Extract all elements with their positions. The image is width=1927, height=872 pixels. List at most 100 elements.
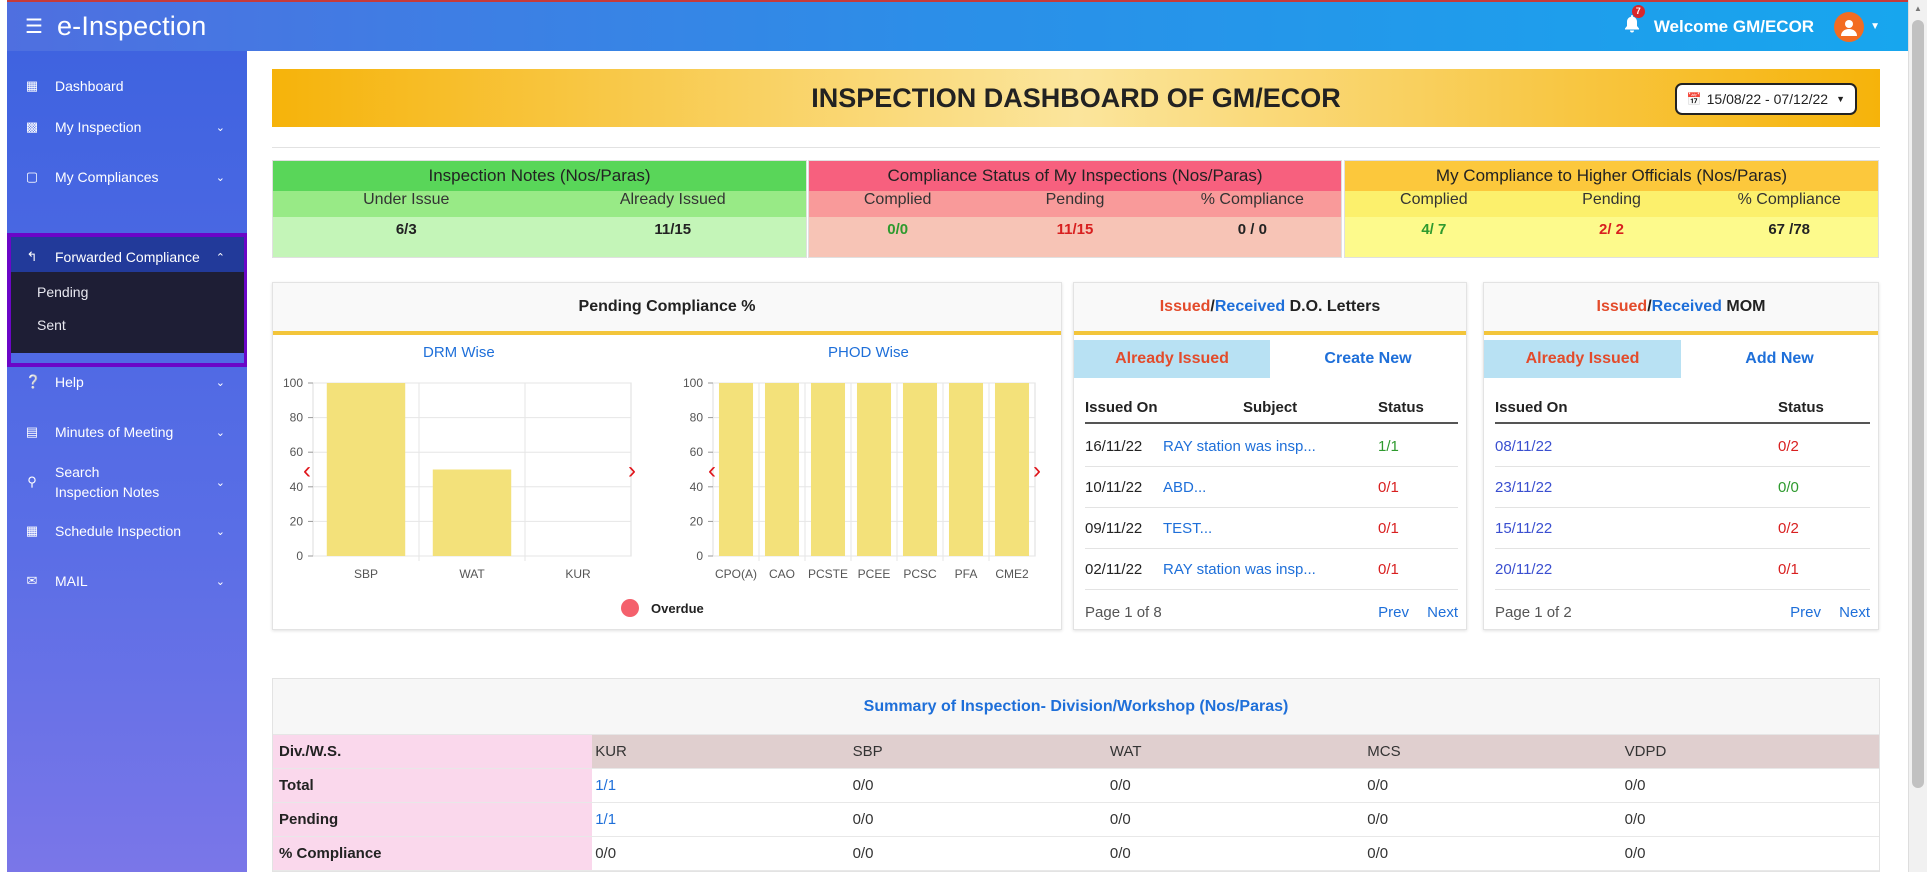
submenu-item-sent[interactable]: Sent (37, 317, 66, 333)
prev-link[interactable]: Prev (1378, 604, 1409, 621)
tab-already-issued[interactable]: Already Issued (1484, 340, 1681, 378)
table-header: Issued On Subject Status (1085, 392, 1458, 424)
calendar-icon: ▦ (25, 523, 39, 538)
notification-bell-icon[interactable]: 7 (1624, 5, 1645, 38)
row-status[interactable]: 0/1 (1778, 561, 1799, 578)
row-status[interactable]: 0/0 (1778, 479, 1799, 496)
stat-value[interactable]: 4/ 7 (1345, 221, 1523, 259)
chevron-down-icon: ⌄ (215, 121, 225, 134)
row-status[interactable]: 0/1 (1378, 561, 1399, 578)
sidebar: ▦ Dashboard ▩ My Inspection ⌄ ▢ My Compl… (7, 51, 247, 872)
title-issued: Issued (1596, 298, 1648, 315)
sidebar-item-search-inspection-notes[interactable]: ⚲ Search Inspection Notes ⌄ (7, 457, 247, 507)
chevron-down-icon: ▼ (1836, 94, 1845, 104)
clipboard-icon: ▩ (25, 119, 39, 134)
stat-col-label: Pending (1045, 191, 1105, 208)
sidebar-item-schedule-inspection[interactable]: ▦ Schedule Inspection ⌄ (7, 511, 247, 551)
legend-label: Overdue (651, 600, 704, 616)
stat-value[interactable]: 11/15 (986, 221, 1163, 259)
summary-cell: 0/0 (1367, 811, 1389, 828)
sidebar-item-my-compliances[interactable]: ▢ My Compliances ⌄ (7, 157, 247, 197)
user-avatar-icon[interactable] (1834, 11, 1865, 42)
row-status[interactable]: 0/2 (1778, 520, 1799, 537)
row-status[interactable]: 0/1 (1378, 479, 1399, 496)
stat-value[interactable]: 2/ 2 (1523, 221, 1701, 259)
y-tick-label: 40 (690, 480, 704, 494)
summary-row: Pending 1/1 0/0 0/0 0/0 0/0 (273, 803, 1879, 837)
tab-create-new[interactable]: Create New (1270, 340, 1466, 378)
row-date-link[interactable]: 15/11/22 (1495, 520, 1778, 537)
stat-title: Compliance Status of My Inspections (Nos… (809, 161, 1341, 191)
sidebar-item-minutes-of-meeting[interactable]: ▤ Minutes of Meeting ⌄ (7, 412, 247, 452)
bar-cao (764, 383, 800, 556)
column-header: Issued On (1085, 398, 1158, 416)
sidebar-item-forwarded-compliance[interactable]: ↰ Forwarded Compliance ⌃ (7, 237, 247, 277)
submenu-item-pending[interactable]: Pending (37, 284, 88, 300)
sidebar-item-label: Help (55, 374, 84, 390)
next-link[interactable]: Next (1839, 604, 1870, 621)
scroll-up-arrow-icon[interactable]: ▲ (1914, 4, 1922, 13)
row-subject-link[interactable]: RAY station was insp... (1163, 561, 1378, 578)
sidebar-item-help[interactable]: ❔ Help ⌄ (7, 362, 247, 402)
row-date-link[interactable]: 20/11/22 (1495, 561, 1778, 578)
title-rest: D.O. Letters (1285, 298, 1381, 315)
card-title: Issued / Received MOM (1484, 283, 1878, 335)
stat-value[interactable]: 0/0 (809, 221, 986, 259)
chevron-right-icon[interactable]: › (628, 457, 636, 485)
title-rest: MOM (1721, 298, 1766, 315)
summary-cell[interactable]: 1/1 (592, 769, 849, 802)
scrollbar-thumb[interactable] (1912, 20, 1924, 788)
bar-sbp (326, 383, 406, 556)
my-compliance-stat: My Compliance to Higher Officials (Nos/P… (1344, 160, 1879, 258)
x-tick-label: PCEE (858, 567, 891, 581)
chevron-right-icon[interactable]: › (1033, 457, 1041, 485)
vertical-scrollbar[interactable]: ▲ (1908, 0, 1927, 872)
table-row: 15/11/22 0/2 (1495, 508, 1870, 549)
mom-card: Issued / Received MOM Already Issued Add… (1483, 282, 1879, 630)
forwarded-compliance-submenu: Pending Sent (7, 272, 247, 353)
do-letters-card: Issued / Received D.O. Letters Already I… (1073, 282, 1467, 630)
phod-chart-title[interactable]: PHOD Wise (828, 344, 909, 361)
reply-icon: ↰ (26, 249, 38, 264)
row-subject-link[interactable]: ABD... (1163, 479, 1378, 496)
date-range-picker[interactable]: 📅 15/08/22 - 07/12/22 ▼ (1674, 83, 1857, 115)
user-menu-caret-icon[interactable]: ▼ (1870, 21, 1880, 32)
sidebar-item-mail[interactable]: ✉ MAIL ⌄ (7, 561, 247, 601)
stat-value[interactable]: 11/15 (540, 221, 807, 259)
tab-add-new[interactable]: Add New (1681, 340, 1878, 378)
table-row: 08/11/22 0/2 (1495, 426, 1870, 467)
row-status[interactable]: 0/2 (1778, 438, 1799, 455)
x-tick-label: PFA (955, 567, 978, 581)
row-status[interactable]: 0/1 (1378, 520, 1399, 537)
summary-row-label: % Compliance (273, 837, 593, 870)
column-header: Subject (1243, 398, 1298, 416)
hamburger-menu-icon[interactable]: ☰ (25, 14, 43, 39)
app-title[interactable]: e-Inspection (57, 11, 207, 42)
row-date: 02/11/22 (1085, 560, 1143, 578)
row-subject-link[interactable]: RAY station was insp... (1163, 438, 1378, 455)
next-link[interactable]: Next (1427, 604, 1458, 621)
x-tick-label: WAT (459, 567, 485, 581)
prev-link[interactable]: Prev (1790, 604, 1821, 621)
chevron-left-icon[interactable]: ‹ (303, 457, 311, 485)
row-date-link[interactable]: 23/11/22 (1495, 479, 1778, 496)
x-tick-label: KUR (565, 567, 591, 581)
summary-row-label: Div./W.S. (273, 735, 593, 768)
chevron-left-icon[interactable]: ‹ (708, 457, 716, 485)
summary-cell[interactable]: 1/1 (592, 803, 849, 836)
tab-already-issued[interactable]: Already Issued (1074, 340, 1270, 378)
stat-col-label: Already Issued (619, 191, 726, 208)
row-date-link[interactable]: 08/11/22 (1495, 438, 1778, 455)
sidebar-item-label: Dashboard (55, 78, 124, 94)
stat-value[interactable]: 6/3 (273, 221, 540, 259)
y-tick-label: 60 (690, 445, 704, 459)
sidebar-item-my-inspection[interactable]: ▩ My Inspection ⌄ (7, 107, 247, 147)
row-status[interactable]: 1/1 (1378, 438, 1399, 455)
drm-chart-title[interactable]: DRM Wise (423, 344, 495, 361)
table-row: 16/11/22 RAY station was insp... 1/1 (1085, 426, 1458, 467)
sidebar-item-dashboard[interactable]: ▦ Dashboard (7, 66, 247, 106)
summary-cell: 0/0 (852, 811, 874, 828)
stat-col-label: Complied (1400, 191, 1468, 208)
overdue-legend-dot (621, 599, 639, 617)
row-subject-link[interactable]: TEST... (1163, 520, 1378, 537)
